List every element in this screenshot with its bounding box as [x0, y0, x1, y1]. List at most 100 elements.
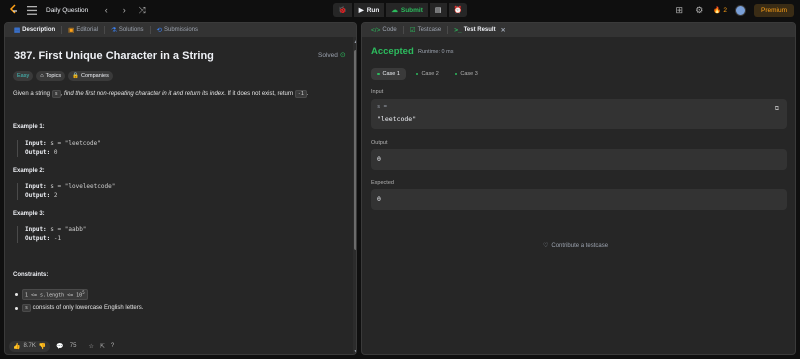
alarm-icon: ⏰ [453, 7, 463, 14]
tab-testcase[interactable]: ☑ Testcase [406, 23, 446, 37]
input-value: s = "aabb" [46, 226, 87, 233]
output-value: 0 [377, 155, 381, 163]
leetcode-logo-icon[interactable] [8, 3, 20, 17]
bug-icon: 🐞 [338, 7, 347, 14]
output-label: Output: [25, 191, 51, 199]
notes-button[interactable]: ▤ [429, 3, 447, 17]
output-section-label: Output [371, 140, 388, 146]
tab-label: Editorial [76, 27, 99, 33]
output-label: Output: [25, 148, 51, 156]
note-icon: ▤ [434, 7, 442, 14]
scroll-thumb[interactable] [354, 50, 356, 250]
tab-divider [61, 26, 63, 34]
inline-code: -1 [294, 90, 307, 98]
output-value: 2 [50, 191, 58, 199]
output-value: 0 [50, 148, 58, 156]
problem-title[interactable]: 387. First Unique Character in a String [14, 50, 214, 62]
lock-icon: 🔒 [72, 73, 80, 79]
description-scrollbar[interactable]: ▲ ▼ [353, 37, 356, 354]
layout-grid-icon[interactable]: ⊞ [673, 4, 685, 16]
companies-label: Companies [81, 73, 109, 79]
output-value: -1 [50, 234, 62, 242]
tab-label: Description [22, 27, 56, 33]
case-tab-3[interactable]: Case 3 [449, 68, 484, 80]
topics-tag[interactable]: ⌂ Topics [36, 71, 66, 81]
settings-gear-icon[interactable]: ⚙ [693, 4, 705, 16]
chevron-left-icon[interactable]: ‹ [100, 4, 112, 16]
thumbs-down-icon[interactable]: 👎 [39, 343, 46, 350]
tab-solutions[interactable]: ⚗ Solutions [107, 23, 148, 37]
comment-icon[interactable]: 💬 [56, 343, 63, 350]
input-value[interactable]: "leetcode" [377, 115, 416, 123]
problem-tags: Easy ⌂ Topics 🔒 Companies [13, 71, 113, 81]
submit-button[interactable]: ☁ Submit [386, 3, 428, 17]
copy-icon[interactable]: ⧉ [775, 105, 779, 113]
input-value: s = "loveleetcode" [46, 183, 116, 190]
tab-editorial[interactable]: ▣ Editorial [64, 23, 102, 37]
scroll-down-arrow-icon[interactable]: ▼ [353, 349, 356, 354]
scroll-up-arrow-icon[interactable]: ▲ [353, 39, 356, 45]
solved-label: Solved [318, 51, 338, 59]
tab-submissions[interactable]: ⟲ Submissions [153, 23, 202, 37]
heart-icon: ♡ [543, 243, 549, 249]
streak-counter[interactable]: 🔥 2 [713, 6, 727, 15]
run-label: Run [366, 6, 380, 14]
close-icon[interactable]: ✕ [501, 27, 506, 34]
bullet-dot [15, 306, 18, 310]
comments-count[interactable]: 75 [70, 343, 77, 349]
debug-button[interactable]: 🐞 [333, 3, 352, 17]
history-icon: ⟲ [156, 27, 162, 34]
example-1-title: Example 1: [13, 124, 45, 130]
document-icon: ▤ [14, 27, 21, 34]
shuffle-icon[interactable]: ⤨ [136, 4, 148, 16]
star-icon[interactable]: ☆ [88, 343, 93, 350]
share-icon[interactable]: ⇱ [100, 343, 105, 350]
streak-count: 2 [723, 6, 727, 14]
companies-tag[interactable]: 🔒 Companies [68, 71, 113, 81]
daily-question-link[interactable]: Daily Question [46, 7, 88, 14]
bullet-dot [15, 292, 18, 296]
case-label: Case 3 [460, 71, 478, 77]
checkbox-icon: ☑ [409, 27, 416, 34]
runtime-label: Runtime: 0 ms [418, 49, 454, 55]
inline-code: s [22, 304, 32, 312]
result-panel: </> Code ☑ Testcase >_ Test Result ✕ Accepte… [361, 22, 796, 355]
tab-code[interactable]: </> Code [367, 23, 401, 37]
tab-divider [104, 26, 106, 34]
play-icon: ▶ [358, 7, 364, 14]
tab-description[interactable]: ▤ Description [10, 23, 59, 37]
problem-list-icon[interactable] [26, 4, 38, 16]
desc-text: Given a string [13, 91, 52, 97]
case-tab-1[interactable]: Case 1 [371, 68, 406, 80]
terminal-icon: >_ [454, 26, 462, 34]
expected-section-label: Expected [371, 180, 394, 186]
fire-icon: 🔥 [713, 7, 722, 14]
thumbs-up-icon[interactable]: 👍 [13, 343, 20, 350]
constraint-text: consists of only lowercase English lette… [31, 305, 144, 311]
help-icon[interactable]: ? [111, 343, 114, 349]
tab-label: Solutions [118, 27, 144, 33]
top-navbar: Daily Question ‹ › ⤨ 🐞 ▶ Run ☁ Submit ▤ ⏰ … [0, 0, 800, 20]
pass-dot-icon [377, 72, 380, 76]
contribute-testcase-link[interactable]: ♡ Contribute a testcase [543, 242, 608, 250]
premium-button[interactable]: Premium [753, 3, 794, 17]
desc-text: . [306, 91, 309, 97]
desc-italic: , find the first non-repeating character… [60, 91, 225, 97]
timer-button[interactable]: ⏰ [448, 3, 468, 17]
output-box: 0 [371, 149, 787, 170]
likes-count: 8.7K [23, 343, 36, 349]
inline-code: s [51, 90, 61, 98]
case-label: Case 1 [382, 71, 400, 77]
output-label: Output: [25, 234, 51, 242]
chevron-right-icon[interactable]: › [118, 4, 130, 16]
description-panel: ▤ Description ▣ Editorial ⚗ Solutions ⟲ Subm… [4, 22, 357, 355]
case-tab-2[interactable]: Case 2 [410, 68, 445, 80]
tab-test-result[interactable]: >_ Test Result ✕ [450, 23, 509, 37]
left-tab-bar: ▤ Description ▣ Editorial ⚗ Solutions ⟲ Subm… [5, 23, 356, 37]
input-label: Input: [25, 226, 47, 233]
run-button[interactable]: ▶ Run [353, 3, 385, 17]
input-box: s = "leetcode" ⧉ [371, 99, 787, 129]
example-3-title: Example 3: [13, 211, 45, 217]
user-avatar[interactable] [734, 4, 746, 16]
expected-box: 0 [371, 189, 787, 210]
